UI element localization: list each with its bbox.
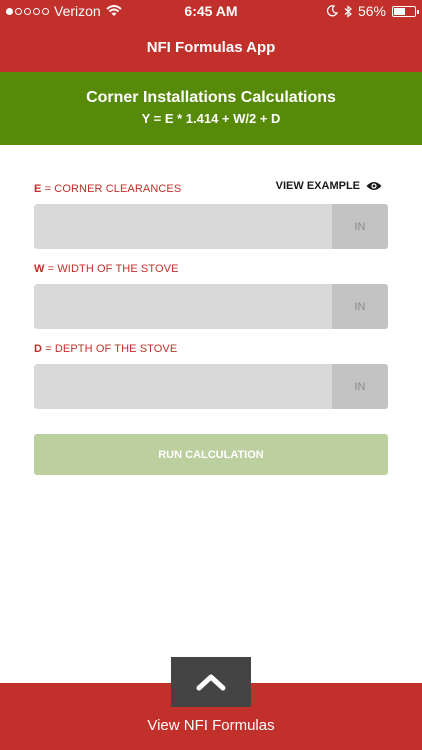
stove-width-label: W = WIDTH OF THE STOVE	[34, 263, 179, 275]
status-bar: Verizon 6:45 AM 56%	[0, 0, 422, 22]
stove-depth-label: D = DEPTH OF THE STOVE	[34, 343, 177, 355]
stove-width-row: IN	[34, 284, 388, 329]
field-label-text: CORNER CLEARANCES	[54, 183, 182, 195]
field-separator: =	[41, 183, 55, 195]
unit-label: IN	[332, 284, 388, 329]
battery-icon	[392, 5, 419, 17]
field-label-text: DEPTH OF THE STOVE	[54, 343, 178, 355]
stove-depth-input[interactable]	[34, 364, 332, 409]
stove-width-input[interactable]	[34, 284, 332, 329]
eye-icon	[366, 182, 382, 190]
field-separator: =	[44, 263, 58, 275]
corner-clearances-input[interactable]	[34, 204, 332, 249]
field-label-text: WIDTH OF THE STOVE	[57, 263, 179, 275]
nav-bar: NFI Formulas App	[0, 22, 422, 72]
field-key: D	[34, 343, 43, 355]
battery-percent: 56%	[357, 3, 386, 19]
stove-depth-row: IN	[34, 364, 388, 409]
view-example-label: VIEW EXAMPLE	[275, 180, 360, 192]
app-title: NFI Formulas App	[146, 38, 276, 56]
field-separator: =	[42, 343, 55, 355]
run-calculation-button[interactable]: RUN CALCULATION	[34, 434, 388, 475]
view-example-button[interactable]: VIEW EXAMPLE	[276, 180, 382, 192]
corner-clearances-label: E = CORNER CLEARANCES	[34, 183, 181, 195]
status-indicators: 56%	[326, 3, 419, 19]
calculation-header: Corner Installations Calculations Y = E …	[0, 72, 422, 145]
calculation-title: Corner Installations Calculations	[86, 89, 336, 106]
view-formulas-label: View NFI Formulas	[147, 717, 275, 734]
chevron-up-icon	[196, 674, 226, 691]
field-key: W	[34, 263, 45, 275]
unit-label: IN	[332, 364, 388, 409]
run-calculation-label: RUN CALCULATION	[158, 448, 264, 461]
unit-label: IN	[332, 204, 388, 249]
corner-clearances-row: IN	[34, 204, 388, 249]
expand-formulas-button[interactable]	[171, 657, 251, 707]
moon-icon	[326, 5, 338, 17]
bluetooth-icon	[344, 4, 352, 18]
calculation-formula: Y = E * 1.414 + W/2 + D	[141, 111, 281, 126]
